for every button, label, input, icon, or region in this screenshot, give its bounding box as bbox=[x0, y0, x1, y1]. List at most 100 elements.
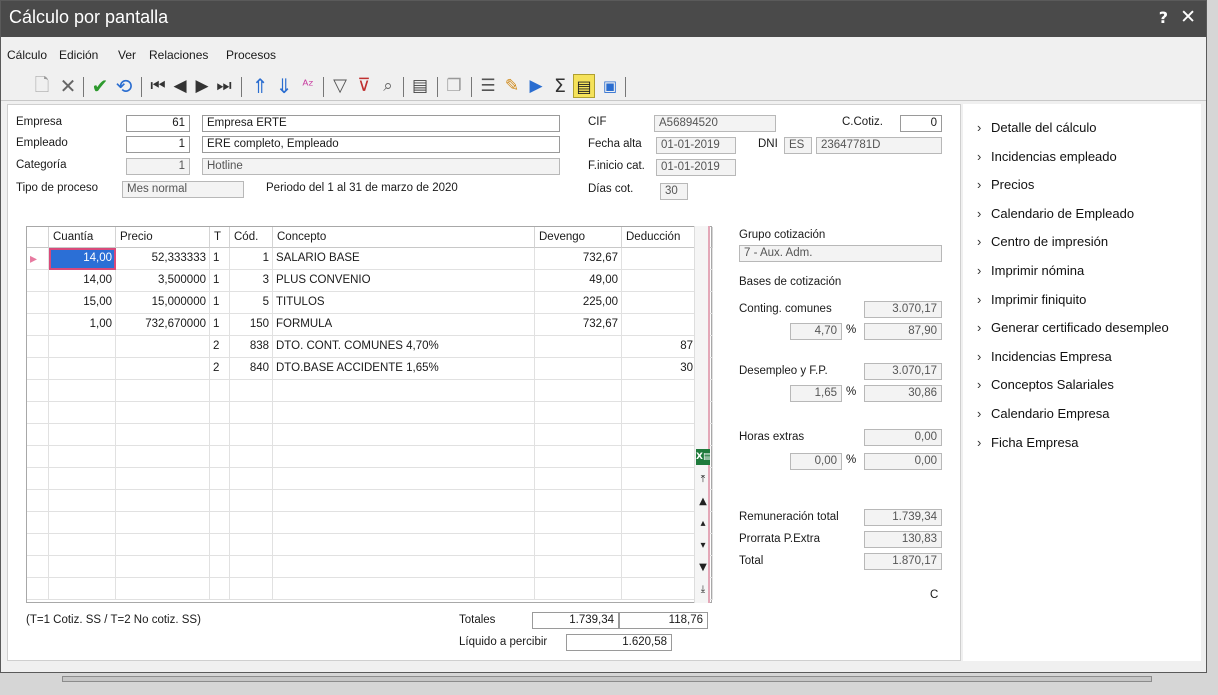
sidebar-item[interactable]: › Detalle del cálculo bbox=[977, 120, 1097, 135]
row-selector[interactable] bbox=[27, 292, 49, 314]
table-row[interactable] bbox=[27, 578, 713, 600]
cell-concepto[interactable] bbox=[273, 490, 535, 512]
row-selector[interactable] bbox=[27, 336, 49, 358]
sidebar-item[interactable]: › Calendario Empresa bbox=[977, 406, 1110, 421]
delete-icon[interactable]: ✕ bbox=[57, 74, 79, 98]
table-row[interactable] bbox=[27, 512, 713, 534]
cell-cuantia[interactable] bbox=[49, 490, 116, 512]
cell-concepto[interactable] bbox=[273, 556, 535, 578]
cell-cod[interactable] bbox=[230, 424, 273, 446]
cell-t[interactable] bbox=[210, 468, 230, 490]
cell-precio[interactable] bbox=[116, 578, 210, 600]
sidebar-item[interactable]: › Calendario de Empleado bbox=[977, 206, 1134, 221]
cell-devengo[interactable]: 49,00 bbox=[535, 270, 622, 292]
table-row[interactable]: 2838DTO. CONT. COMUNES 4,70%87,90 bbox=[27, 336, 713, 358]
sidebar-item[interactable]: › Ficha Empresa bbox=[977, 435, 1078, 450]
cell-concepto[interactable] bbox=[273, 446, 535, 468]
cell-t[interactable] bbox=[210, 402, 230, 424]
summary-icon[interactable]: ▤ bbox=[573, 74, 595, 98]
scroll-bottom-icon[interactable]: ⤓ bbox=[696, 582, 710, 598]
new-doc-icon[interactable]: 🗋 bbox=[31, 74, 53, 98]
cell-precio[interactable] bbox=[116, 336, 210, 358]
empleado-id-field[interactable]: 1 bbox=[126, 136, 190, 153]
cell-cod[interactable]: 838 bbox=[230, 336, 273, 358]
cell-cod[interactable]: 840 bbox=[230, 358, 273, 380]
cell-cuantia[interactable] bbox=[49, 358, 116, 380]
col-t[interactable]: T bbox=[210, 227, 230, 248]
next-record-icon[interactable]: ▶ bbox=[191, 74, 213, 98]
sidebar-item[interactable]: › Centro de impresión bbox=[977, 234, 1108, 249]
cell-devengo[interactable]: 225,00 bbox=[535, 292, 622, 314]
cell-cod[interactable]: 3 bbox=[230, 270, 273, 292]
table-row[interactable] bbox=[27, 534, 713, 556]
cell-t[interactable] bbox=[210, 424, 230, 446]
cell-t[interactable] bbox=[210, 490, 230, 512]
cell-cuantia[interactable] bbox=[49, 446, 116, 468]
cell-devengo[interactable] bbox=[535, 358, 622, 380]
scroll-page-up-icon[interactable]: ▲ bbox=[696, 494, 710, 510]
clear-filter-icon[interactable]: ⊽ bbox=[353, 74, 375, 98]
first-record-icon[interactable]: ⏮ bbox=[147, 74, 169, 98]
table-row[interactable]: 1,00 732,670000 1 150 FORMULA 732,67 bbox=[27, 314, 713, 336]
menu-edicion[interactable]: Edición bbox=[59, 48, 98, 62]
cell-devengo[interactable] bbox=[535, 380, 622, 402]
cell-cuantia[interactable] bbox=[49, 402, 116, 424]
cell-t[interactable]: 2 bbox=[210, 358, 230, 380]
cell-concepto[interactable]: TITULOS bbox=[273, 292, 535, 314]
cell-devengo[interactable] bbox=[535, 512, 622, 534]
table-row[interactable]: ▸ 14,00 52,333333 1 1 SALARIO BASE 732,67 bbox=[27, 248, 713, 270]
table-row[interactable] bbox=[27, 490, 713, 512]
menu-ver[interactable]: Ver bbox=[118, 48, 136, 62]
copy-icon[interactable]: ❐ bbox=[443, 74, 465, 98]
cell-cod[interactable]: 5 bbox=[230, 292, 273, 314]
ccotiz-field[interactable]: 0 bbox=[900, 115, 942, 132]
cell-t[interactable] bbox=[210, 380, 230, 402]
cell-devengo[interactable] bbox=[535, 578, 622, 600]
row-selector[interactable] bbox=[27, 534, 49, 556]
sidebar-item[interactable]: › Imprimir nómina bbox=[977, 263, 1084, 278]
cell-devengo[interactable]: 732,67 bbox=[535, 248, 622, 270]
cell-precio[interactable]: 15,000000 bbox=[116, 292, 210, 314]
prev-record-icon[interactable]: ◀ bbox=[169, 74, 191, 98]
cell-cuantia[interactable] bbox=[49, 424, 116, 446]
sidebar-item[interactable]: › Generar certificado desempleo bbox=[977, 320, 1169, 335]
scroll-down-icon[interactable]: ▾ bbox=[696, 538, 710, 554]
horizontal-scrollbar[interactable] bbox=[62, 676, 1152, 682]
cell-t[interactable] bbox=[210, 512, 230, 534]
row-selector[interactable] bbox=[27, 512, 49, 534]
table-row[interactable] bbox=[27, 424, 713, 446]
cell-t[interactable] bbox=[210, 556, 230, 578]
menu-procesos[interactable]: Procesos bbox=[226, 48, 276, 62]
cell-cuantia[interactable]: 15,00 bbox=[49, 292, 116, 314]
cell-precio[interactable] bbox=[116, 556, 210, 578]
row-selector[interactable] bbox=[27, 578, 49, 600]
cell-cod[interactable] bbox=[230, 468, 273, 490]
menu-relaciones[interactable]: Relaciones bbox=[149, 48, 208, 62]
close-button[interactable]: ✕ bbox=[1180, 6, 1196, 28]
accept-icon[interactable]: ✔ bbox=[89, 74, 111, 98]
sidebar-item[interactable]: › Imprimir finiquito bbox=[977, 292, 1086, 307]
cell-cuantia[interactable]: 14,00 bbox=[49, 270, 116, 292]
report-icon[interactable]: ▣ bbox=[599, 74, 621, 98]
table-row[interactable]: 2840DTO.BASE ACCIDENTE 1,65%30,86 bbox=[27, 358, 713, 380]
cell-devengo[interactable] bbox=[535, 446, 622, 468]
cell-precio[interactable]: 52,333333 bbox=[116, 248, 210, 270]
grid-view-icon[interactable]: ▤ bbox=[409, 74, 431, 98]
table-row[interactable] bbox=[27, 556, 713, 578]
undo-icon[interactable]: ⟲ bbox=[113, 74, 135, 98]
cell-t[interactable]: 1 bbox=[210, 270, 230, 292]
scroll-page-down-icon[interactable]: ▼ bbox=[696, 560, 710, 576]
col-precio[interactable]: Precio bbox=[116, 227, 210, 248]
cell-concepto[interactable] bbox=[273, 512, 535, 534]
cell-devengo[interactable] bbox=[535, 424, 622, 446]
cell-cuantia[interactable] bbox=[49, 534, 116, 556]
cell-cuantia[interactable] bbox=[49, 578, 116, 600]
cell-cod[interactable] bbox=[230, 534, 273, 556]
table-row[interactable]: 14,00 3,500000 1 3 PLUS CONVENIO 49,00 bbox=[27, 270, 713, 292]
row-selector[interactable] bbox=[27, 446, 49, 468]
tipo-proceso-field[interactable]: Mes normal bbox=[122, 181, 244, 198]
cell-concepto[interactable] bbox=[273, 380, 535, 402]
cell-concepto[interactable] bbox=[273, 468, 535, 490]
cell-cuantia[interactable] bbox=[49, 556, 116, 578]
cell-devengo[interactable] bbox=[535, 556, 622, 578]
